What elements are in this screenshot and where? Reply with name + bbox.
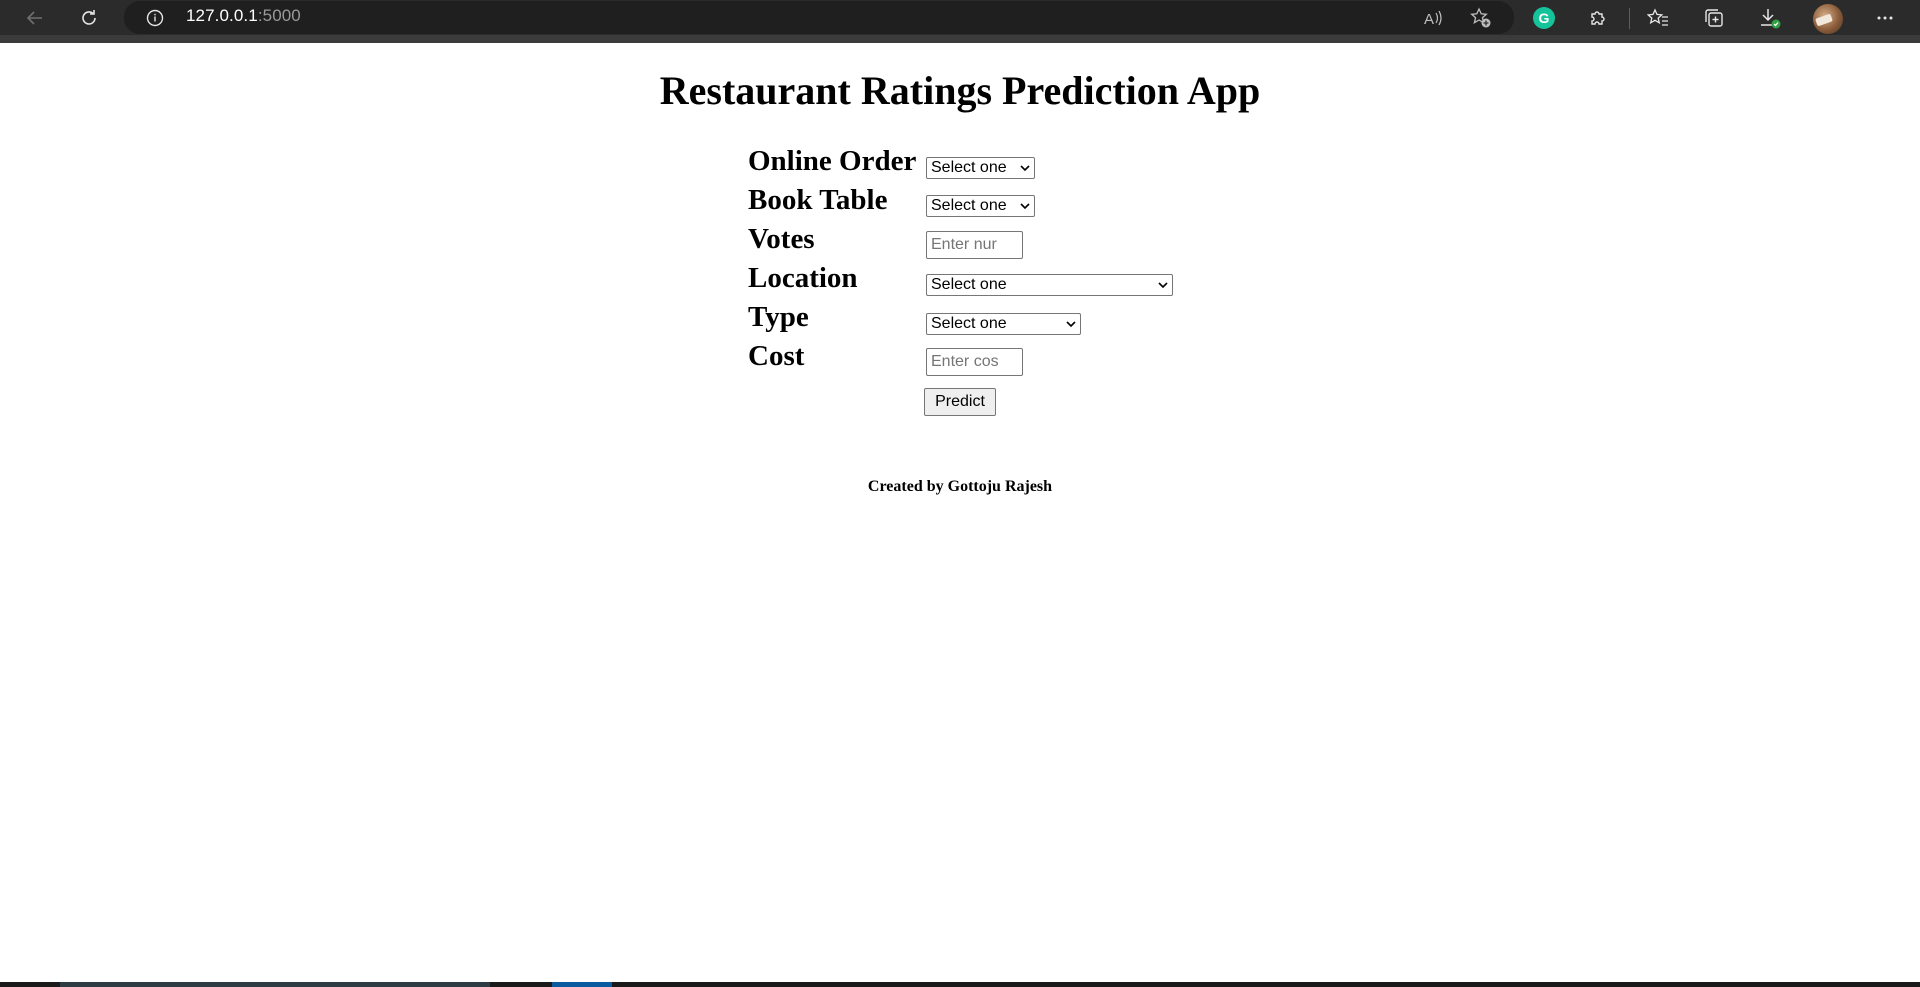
url-text[interactable]: 127.0.0.1:5000 [186, 6, 301, 26]
downloads-button[interactable] [1756, 4, 1784, 32]
type-value: Select one [931, 315, 1007, 332]
settings-more-button[interactable] [1871, 4, 1899, 32]
cost-input[interactable]: Enter cos [926, 348, 1023, 376]
online-order-value: Select one [931, 159, 1007, 176]
refresh-button[interactable] [75, 4, 103, 32]
taskbar-item[interactable] [60, 982, 490, 987]
site-info-icon[interactable] [146, 9, 164, 27]
online-order-label: Online Order [748, 145, 917, 177]
chevron-down-icon [1020, 203, 1030, 210]
type-label: Type [748, 301, 809, 333]
predict-button[interactable]: Predict [924, 388, 996, 416]
chevron-down-icon [1020, 165, 1030, 172]
read-aloud-button[interactable]: A [1420, 4, 1448, 32]
more-horizontal-icon [1877, 16, 1893, 20]
favorites-button[interactable] [1644, 4, 1672, 32]
footer-credit: Created by Gottoju Rajesh [867, 478, 1053, 495]
votes-input[interactable]: Enter nur [926, 231, 1023, 259]
back-arrow-icon [26, 11, 42, 25]
refresh-icon [82, 10, 96, 25]
url-host: 127.0.0.1 [186, 6, 258, 25]
puzzle-icon [1591, 11, 1605, 25]
toolbar-separator [1629, 8, 1630, 29]
profile-avatar[interactable] [1813, 4, 1843, 34]
votes-label: Votes [748, 223, 815, 255]
download-icon [1761, 9, 1781, 29]
taskbar-item-active[interactable] [552, 982, 612, 987]
address-bar[interactable] [124, 1, 1514, 34]
chevron-down-icon [1158, 282, 1168, 289]
browser-toolbar: 127.0.0.1:5000 A G [0, 0, 1920, 43]
url-port: :5000 [257, 6, 301, 25]
taskbar-edge [0, 982, 1920, 987]
book-table-select[interactable]: Select one [926, 195, 1035, 217]
back-button[interactable] [21, 4, 49, 32]
cost-label: Cost [748, 340, 805, 372]
favorites-icon [1647, 8, 1668, 26]
online-order-select[interactable]: Select one [926, 157, 1035, 179]
book-table-label: Book Table [748, 184, 888, 216]
location-value: Select one [931, 276, 1007, 293]
chevron-down-icon [1066, 321, 1076, 328]
svg-text:A: A [1424, 11, 1434, 28]
extensions-button[interactable] [1584, 4, 1612, 32]
book-table-value: Select one [931, 197, 1007, 214]
location-select[interactable]: Select one [926, 274, 1173, 296]
page-title: Restaurant Ratings Prediction App [659, 68, 1261, 113]
type-select[interactable]: Select one [926, 313, 1081, 335]
grammarly-extension-icon[interactable]: G [1533, 7, 1555, 29]
collections-button[interactable] [1700, 4, 1728, 32]
star-add-icon [1470, 7, 1491, 28]
location-label: Location [748, 262, 858, 294]
collections-icon [1705, 9, 1723, 27]
toolbar-bottom-strip [0, 35, 1920, 43]
add-favorite-button[interactable] [1467, 4, 1495, 32]
read-aloud-icon: A [1424, 10, 1442, 28]
